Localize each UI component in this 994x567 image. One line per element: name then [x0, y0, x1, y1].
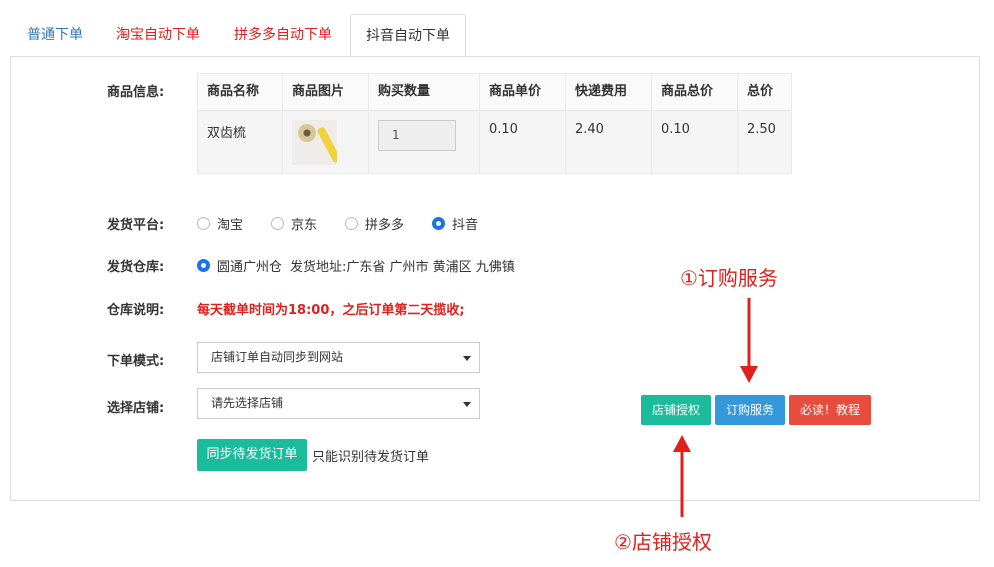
annotation-arrows	[673, 298, 758, 517]
arrowhead-up	[673, 435, 691, 452]
arrowhead-down	[740, 366, 758, 383]
